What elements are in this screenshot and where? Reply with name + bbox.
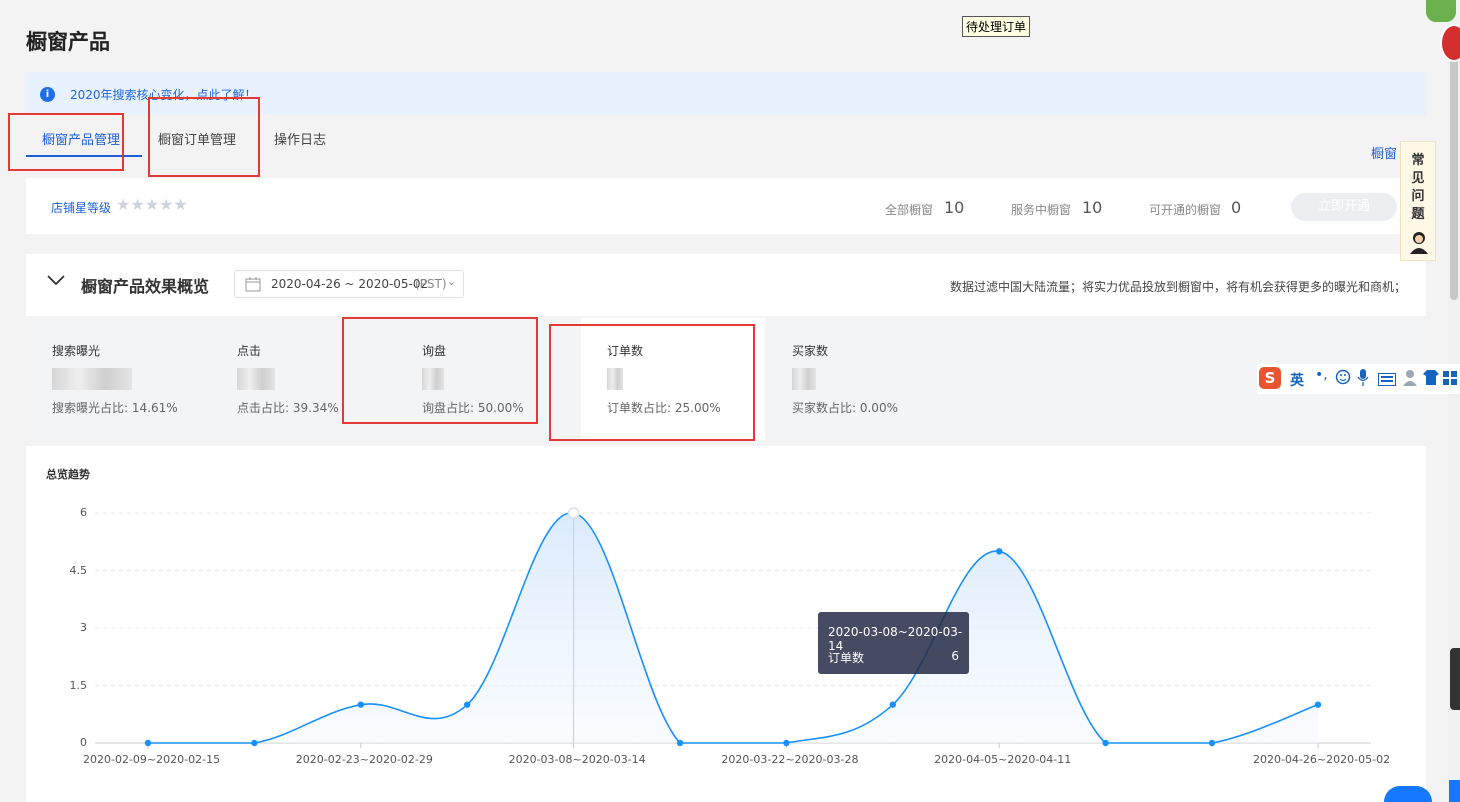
scrollbar-thumb[interactable] bbox=[1450, 40, 1458, 300]
ime-lang-toggle[interactable]: 英 bbox=[1290, 370, 1304, 390]
tooltip-label: 订单数 bbox=[828, 651, 865, 665]
series-line bbox=[148, 512, 1319, 744]
data-point bbox=[1208, 739, 1216, 747]
keyboard-icon[interactable] bbox=[1378, 371, 1396, 390]
avatar-icon bbox=[1408, 230, 1430, 258]
microphone-icon[interactable] bbox=[1357, 369, 1369, 390]
data-point bbox=[251, 739, 258, 747]
data-point bbox=[357, 701, 364, 708]
chart-tooltip: 2020-03-08~2020-03-14 订单数 6 bbox=[818, 612, 969, 674]
data-point bbox=[676, 739, 684, 747]
tooltip-value: 6 bbox=[951, 649, 959, 663]
y-tick-label: 1.5 bbox=[69, 678, 88, 692]
x-tick-label: 2020-04-26~2020-05-02 bbox=[1253, 753, 1391, 766]
faq-char: 问 bbox=[1411, 189, 1425, 204]
x-tick-label: 2020-02-09~2020-02-15 bbox=[83, 753, 221, 766]
faq-widget[interactable]: 常 见 问 题 bbox=[1400, 141, 1436, 261]
data-point bbox=[567, 507, 580, 519]
faq-char: 常 bbox=[1411, 153, 1425, 168]
y-tick-label: 0 bbox=[80, 736, 87, 749]
data-point bbox=[1102, 739, 1109, 747]
ime-punct-toggle[interactable]: •, bbox=[1315, 367, 1328, 383]
y-tick-label: 6 bbox=[80, 506, 87, 519]
faq-char: 见 bbox=[1411, 171, 1425, 186]
ime-toolbar[interactable]: S 英 •, bbox=[1257, 364, 1460, 394]
chat-button[interactable] bbox=[1384, 786, 1432, 802]
emoji-icon[interactable] bbox=[1335, 369, 1351, 389]
x-tick-label: 2020-02-23~2020-02-29 bbox=[295, 753, 433, 766]
faq-char: 题 bbox=[1411, 207, 1425, 222]
user-icon[interactable] bbox=[1402, 369, 1418, 390]
data-point bbox=[783, 739, 790, 747]
data-point bbox=[996, 548, 1003, 555]
sogou-icon[interactable]: S bbox=[1259, 367, 1281, 389]
side-widget[interactable] bbox=[1450, 648, 1460, 710]
x-tick-label: 2020-03-22~2020-03-28 bbox=[721, 753, 859, 766]
data-point bbox=[889, 701, 896, 708]
trend-chart[interactable] bbox=[0, 0, 1448, 802]
data-point bbox=[464, 701, 471, 708]
y-tick-label: 3 bbox=[80, 621, 87, 634]
x-tick-label: 2020-03-08~2020-03-14 bbox=[508, 753, 646, 766]
toolbox-icon[interactable] bbox=[1443, 370, 1457, 389]
side-tab[interactable] bbox=[1449, 780, 1460, 802]
data-point bbox=[144, 739, 152, 747]
data-point bbox=[1314, 701, 1322, 708]
y-tick-label: 4.5 bbox=[69, 563, 88, 577]
area-fill bbox=[148, 512, 1318, 743]
x-tick-label: 2020-04-05~2020-04-11 bbox=[934, 753, 1072, 766]
skin-icon[interactable] bbox=[1423, 370, 1439, 389]
